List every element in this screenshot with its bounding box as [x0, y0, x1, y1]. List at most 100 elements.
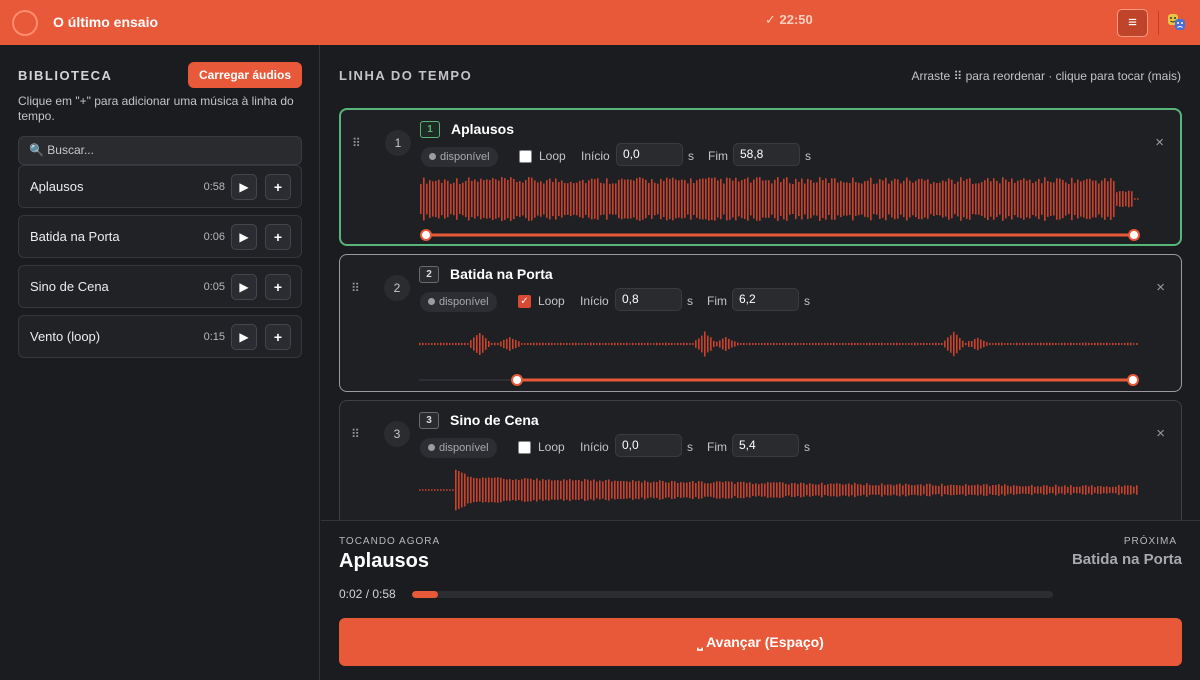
library-item-name: Vento (loop)	[30, 329, 101, 344]
start-field[interactable]: 0,0	[616, 143, 683, 166]
drag-handle-icon[interactable]: ⠿	[351, 281, 360, 295]
waveform[interactable]	[419, 321, 1139, 367]
library-item[interactable]: Sino de Cena 0:05 ▶ +	[18, 265, 302, 308]
loop-checkbox[interactable]	[518, 441, 531, 454]
status-text: disponível	[440, 151, 490, 163]
track-badge: 2	[419, 266, 439, 283]
theater-masks-icon[interactable]	[1167, 12, 1187, 32]
range-start-handle[interactable]	[420, 229, 432, 241]
range-end-handle[interactable]	[1127, 374, 1139, 386]
timeline-title: LINHA DO TEMPO	[339, 68, 473, 83]
start-field[interactable]: 0,0	[615, 434, 682, 457]
track-badge: 3	[419, 412, 439, 429]
advance-button[interactable]: ⎵ Avançar (Espaço)	[339, 618, 1182, 666]
clock: ✓ 22:50	[765, 12, 813, 27]
loop-label: Loop	[538, 294, 565, 308]
status-text: disponível	[439, 296, 489, 308]
library-item-duration: 0:15	[203, 331, 225, 343]
add-to-timeline-button[interactable]: +	[265, 324, 291, 350]
library-item-duration: 0:58	[203, 181, 225, 193]
start-label: Início	[580, 440, 609, 454]
top-bar: O último ensaio ✓ 22:50 ≡	[0, 0, 1200, 45]
end-unit: s	[804, 294, 810, 308]
track-badge: 1	[420, 121, 440, 138]
play-button[interactable]: ▶	[231, 224, 257, 250]
track-number: 1	[385, 130, 411, 156]
add-to-timeline-button[interactable]: +	[265, 174, 291, 200]
divider	[1158, 11, 1159, 35]
drag-handle-icon[interactable]: ⠿	[352, 136, 361, 150]
add-to-timeline-button[interactable]: +	[265, 224, 291, 250]
library-item-name: Aplausos	[30, 179, 84, 194]
library-item[interactable]: Aplausos 0:58 ▶ +	[18, 165, 302, 208]
start-unit: s	[687, 294, 693, 308]
end-field[interactable]: 6,2	[732, 288, 799, 311]
timeline-hint: Arraste ⠿ para reordenar · clique para t…	[911, 69, 1181, 83]
library-item[interactable]: Vento (loop) 0:15 ▶ +	[18, 315, 302, 358]
start-label: Início	[580, 294, 609, 308]
library-item-duration: 0:05	[203, 281, 225, 293]
end-label: Fim	[707, 294, 727, 308]
start-label: Início	[581, 149, 610, 163]
now-playing-label: TOCANDO AGORA	[339, 536, 441, 547]
status-badge: disponível	[420, 292, 497, 312]
range-start-handle[interactable]	[511, 374, 524, 386]
next-title: Batida na Porta	[1071, 551, 1182, 568]
end-field[interactable]: 58,8	[733, 143, 800, 166]
start-field[interactable]: 0,8	[615, 288, 682, 311]
record-indicator-icon[interactable]	[12, 10, 38, 36]
loop-checkbox[interactable]	[519, 150, 532, 163]
track-name: Sino de Cena	[450, 412, 539, 428]
play-button[interactable]: ▶	[231, 174, 257, 200]
hamburger-icon: ≡	[1128, 14, 1137, 31]
waveform[interactable]	[420, 176, 1140, 222]
end-unit: s	[804, 440, 810, 454]
range-fill	[517, 378, 1133, 382]
close-icon[interactable]: ×	[1156, 425, 1165, 442]
timeline-track[interactable]: ⠿ 3 3 Sino de Cena disponível Loop Início 0,0 s F…	[339, 400, 1182, 538]
status-badge: disponível	[420, 438, 497, 458]
range-end-handle[interactable]	[1128, 229, 1140, 241]
library-sidebar: BIBLIOTECA Carregar áudios Clique em "+"…	[0, 45, 320, 680]
loop-label: Loop	[538, 440, 565, 454]
upload-audio-button[interactable]: Carregar áudios	[188, 62, 302, 88]
end-label: Fim	[708, 149, 728, 163]
now-playing-panel: TOCANDO AGORA Aplausos PRÓXIMA Batida na…	[321, 520, 1200, 680]
start-unit: s	[687, 440, 693, 454]
timeline-track[interactable]: ⠿ 2 2 Batida na Porta disponível ✓ Loop Início 0…	[339, 254, 1182, 392]
playback-time: 0:02 / 0:58	[339, 587, 396, 601]
track-name: Aplausos	[451, 121, 515, 137]
library-item-duration: 0:06	[203, 231, 225, 243]
now-playing-title: Aplausos	[339, 550, 430, 572]
library-hint: Clique em "+" para adicionar uma música …	[18, 94, 294, 123]
end-unit: s	[805, 149, 811, 163]
add-to-timeline-button[interactable]: +	[265, 274, 291, 300]
end-field[interactable]: 5,4	[732, 434, 799, 457]
close-icon[interactable]: ×	[1156, 279, 1165, 296]
loop-label: Loop	[539, 149, 566, 163]
app-title: O último ensaio	[53, 14, 159, 30]
status-text: disponível	[439, 442, 489, 454]
start-unit: s	[688, 149, 694, 163]
progress-bar[interactable]	[412, 591, 1053, 598]
waveform[interactable]	[419, 467, 1139, 513]
trim-range-slider[interactable]	[419, 374, 1139, 386]
loop-checkbox[interactable]: ✓	[518, 295, 531, 308]
status-dot-icon	[429, 153, 436, 160]
range-fill	[426, 233, 1134, 237]
play-button[interactable]: ▶	[231, 274, 257, 300]
menu-button[interactable]: ≡	[1117, 9, 1148, 37]
close-icon[interactable]: ×	[1155, 134, 1164, 151]
library-item[interactable]: Batida na Porta 0:06 ▶ +	[18, 215, 302, 258]
play-button[interactable]: ▶	[231, 324, 257, 350]
timeline-track[interactable]: ⠿ 1 1 Aplausos disponível Loop Início 0,0 s Fim 58…	[339, 108, 1182, 246]
status-dot-icon	[428, 444, 435, 451]
library-item-name: Batida na Porta	[30, 229, 120, 244]
status-badge: disponível	[421, 147, 498, 167]
next-label: PRÓXIMA	[1123, 536, 1177, 547]
drag-handle-icon[interactable]: ⠿	[351, 427, 360, 441]
trim-range-slider[interactable]	[420, 229, 1140, 241]
progress-fill	[412, 591, 438, 598]
search-input[interactable]: 🔍 Buscar...	[18, 136, 302, 165]
track-name: Batida na Porta	[450, 266, 553, 282]
